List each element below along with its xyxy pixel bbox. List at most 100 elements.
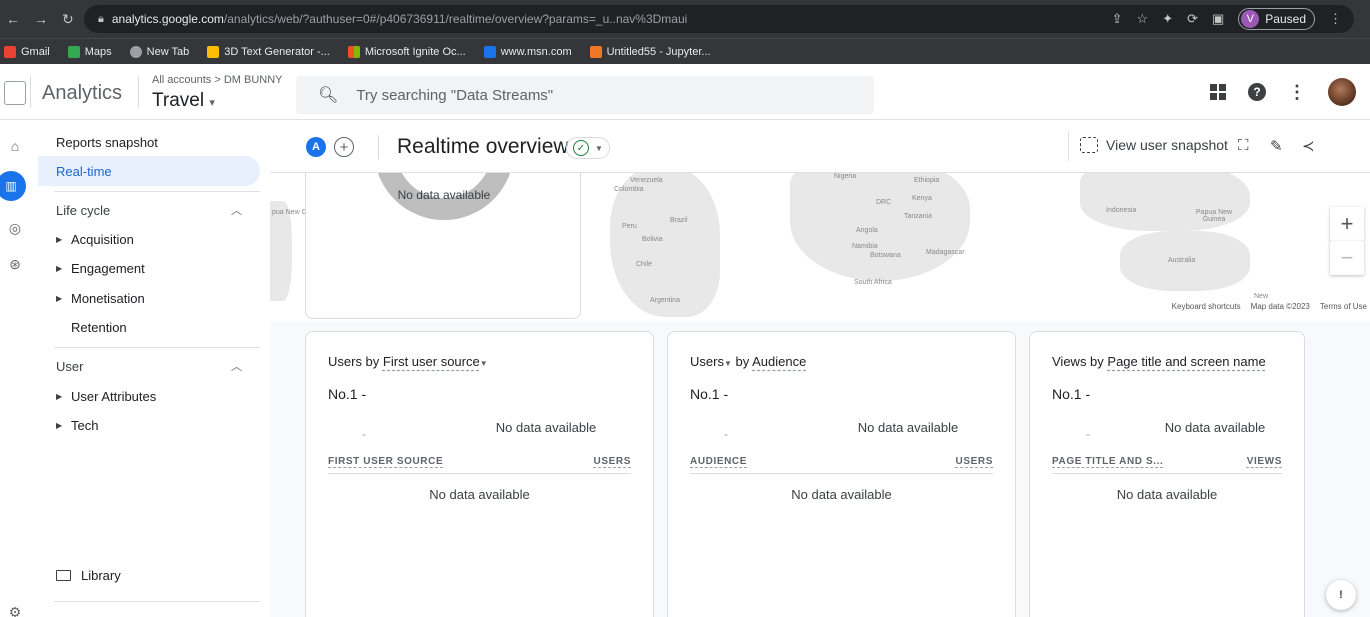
users-by-first-user-source-card: Users by First user source▼ No.1 - - No …	[305, 331, 654, 617]
home-icon[interactable]: ⌂	[4, 135, 26, 157]
account-breadcrumb[interactable]: All accounts > DM BUNNY	[152, 74, 283, 86]
map-label: Namibia	[852, 243, 878, 250]
no-data-message: No data available	[1164, 420, 1266, 435]
extensions-icon[interactable]: ✦	[1162, 11, 1173, 27]
back-arrow-icon[interactable]: ←	[6, 11, 20, 28]
sidebar-item-retention[interactable]: Retention	[38, 312, 260, 342]
reports-icon[interactable]: ▥	[0, 171, 26, 201]
page-title: Realtime overview	[397, 135, 569, 158]
property-selector[interactable]: Travel ▾	[152, 90, 215, 112]
check-circle-icon: ✓	[573, 140, 589, 156]
account-avatar[interactable]	[1328, 78, 1356, 106]
column-header-users[interactable]: USERS	[956, 456, 993, 473]
sidebar-item-tech[interactable]: ▶ Tech	[38, 410, 260, 440]
history-icon[interactable]: ⟳	[1187, 11, 1198, 27]
zoom-out-button[interactable]: −	[1330, 241, 1364, 275]
map-label: New	[1254, 293, 1269, 300]
sparkline-placeholder: -	[362, 427, 366, 441]
table-no-data-message: No data available	[791, 487, 892, 502]
minus-icon: −	[1340, 245, 1354, 270]
help-icon[interactable]: ?	[1248, 83, 1266, 101]
share-icon[interactable]: ⇪	[1112, 11, 1123, 27]
sidebar-item-user-attributes[interactable]: ▶ User Attributes	[38, 381, 260, 411]
dimension-selector[interactable]: Audience	[752, 354, 806, 369]
address-bar[interactable]: 🔒︎ analytics.google.com /analytics/web/?…	[84, 5, 1354, 33]
bookmark-star-icon[interactable]: ☆	[1137, 11, 1149, 27]
top-rank: No.1 -	[1052, 386, 1091, 402]
advertising-icon[interactable]: ⊛	[4, 253, 26, 275]
sidebar-section-user[interactable]: User ︿	[38, 351, 260, 381]
sidebar-item-engagement[interactable]: ▶ Engagement	[38, 253, 260, 283]
search-placeholder: Try searching "Data Streams"	[356, 86, 554, 104]
fullscreen-icon[interactable]: ⛶	[1238, 137, 1249, 154]
top-rank: No.1 -	[328, 386, 367, 402]
column-header-users[interactable]: USERS	[594, 456, 631, 473]
apps-grid-icon[interactable]	[1210, 84, 1226, 100]
caret-down-icon[interactable]: ▼	[480, 359, 488, 368]
bookmark-jupyter[interactable]: Untitled55 - Jupyter...	[589, 45, 711, 58]
view-user-snapshot-button[interactable]: View user snapshot	[1080, 137, 1228, 153]
customize-report-icon[interactable]: ✎	[1270, 137, 1283, 155]
sidebar-item-reports-snapshot[interactable]: Reports snapshot	[38, 127, 260, 157]
no-data-message: No data available	[495, 420, 597, 435]
url-path: /analytics/web/?authuser=0#/p406736911/r…	[223, 12, 688, 26]
zoom-in-button[interactable]: +	[1330, 207, 1364, 241]
sidebar-section-lifecycle[interactable]: Life cycle ︿	[38, 195, 260, 225]
map-label: Indonesia	[1106, 207, 1137, 214]
map-attribution: Keyboard shortcuts Map data ©2023 Terms …	[1168, 301, 1370, 312]
explore-icon[interactable]: ◎	[4, 217, 26, 239]
dimension-selector[interactable]: Page title and screen name	[1107, 354, 1265, 369]
analytics-logo-icon[interactable]	[4, 81, 26, 105]
sidepanel-icon[interactable]: ▣	[1212, 11, 1224, 27]
add-comparison-icon[interactable]: +	[334, 137, 354, 157]
map-label: Chile	[636, 261, 652, 268]
sidebar-item-realtime[interactable]: Real-time	[38, 156, 260, 186]
map-label: Ethiopia	[914, 177, 940, 184]
feedback-button[interactable]: !	[1326, 580, 1356, 610]
nav-rail: ⌂ ▥ ◎ ⊛ ⚙	[0, 121, 38, 617]
map-label: Papua New Guinea	[1195, 209, 1233, 223]
sidebar-divider	[54, 191, 260, 192]
map-label: Venezuela	[630, 177, 663, 184]
more-options-icon[interactable]: ⋮	[1288, 82, 1306, 103]
dimension-selector[interactable]: First user source	[383, 354, 480, 369]
forward-arrow-icon[interactable]: →	[34, 11, 48, 28]
bookmark-new-tab[interactable]: New Tab	[129, 45, 189, 58]
profile-avatar: V	[1241, 10, 1260, 28]
column-header-page-title[interactable]: PAGE TITLE AND S...	[1052, 456, 1163, 473]
terms-of-use-link[interactable]: Terms of Use	[1320, 302, 1367, 311]
browser-menu-icon[interactable]: ⋮	[1329, 11, 1342, 27]
bookmark-ms-ignite[interactable]: Microsoft Ignite Oc...	[347, 45, 466, 58]
header-divider	[138, 76, 139, 108]
column-header-audience[interactable]: AUDIENCE	[690, 456, 747, 473]
keyboard-shortcuts-link[interactable]: Keyboard shortcuts	[1172, 302, 1241, 311]
column-header-first-user-source[interactable]: FIRST USER SOURCE	[328, 456, 443, 473]
no-data-message: No data available	[857, 420, 959, 435]
expand-triangle-icon: ▶	[56, 391, 63, 401]
lock-icon[interactable]: 🔒︎	[98, 13, 104, 26]
caret-down-icon: ▼	[595, 143, 603, 153]
report-status-pill[interactable]: ✓ ▼	[566, 137, 610, 159]
column-header-views[interactable]: VIEWS	[1247, 456, 1282, 473]
map-label: DRC	[876, 199, 892, 206]
profile-button[interactable]: V Paused	[1238, 8, 1315, 30]
toolbar-divider	[1068, 131, 1069, 161]
share-icon[interactable]: ≺	[1302, 137, 1315, 155]
sidebar-item-acquisition[interactable]: ▶ Acquisition	[38, 224, 260, 254]
sidebar-item-library[interactable]: Library	[38, 560, 260, 590]
sidebar-item-monetisation[interactable]: ▶ Monetisation	[38, 283, 260, 313]
reload-icon[interactable]: ↻	[62, 11, 74, 28]
bookmark-msn[interactable]: www.msn.com	[483, 45, 572, 58]
search-input[interactable]: 🔍︎ Try searching "Data Streams"	[296, 76, 874, 114]
report-toolbar: A + Realtime overview ✓ ▼ View user snap…	[270, 121, 1370, 173]
globe-icon	[129, 45, 142, 58]
admin-gear-icon[interactable]: ⚙	[4, 601, 26, 617]
bookmark-maps[interactable]: Maps	[67, 45, 112, 58]
map-data-credit: Map data ©2023	[1250, 302, 1310, 311]
chevron-down-icon: ▾	[209, 97, 215, 109]
caret-down-icon[interactable]: ▼	[724, 359, 732, 368]
bookmark-3d-text[interactable]: 3D Text Generator -...	[207, 45, 330, 58]
main-content: A + Realtime overview ✓ ▼ View user snap…	[270, 121, 1370, 617]
comparison-badge[interactable]: A	[306, 137, 326, 157]
bookmark-gmail[interactable]: Gmail	[4, 45, 50, 58]
